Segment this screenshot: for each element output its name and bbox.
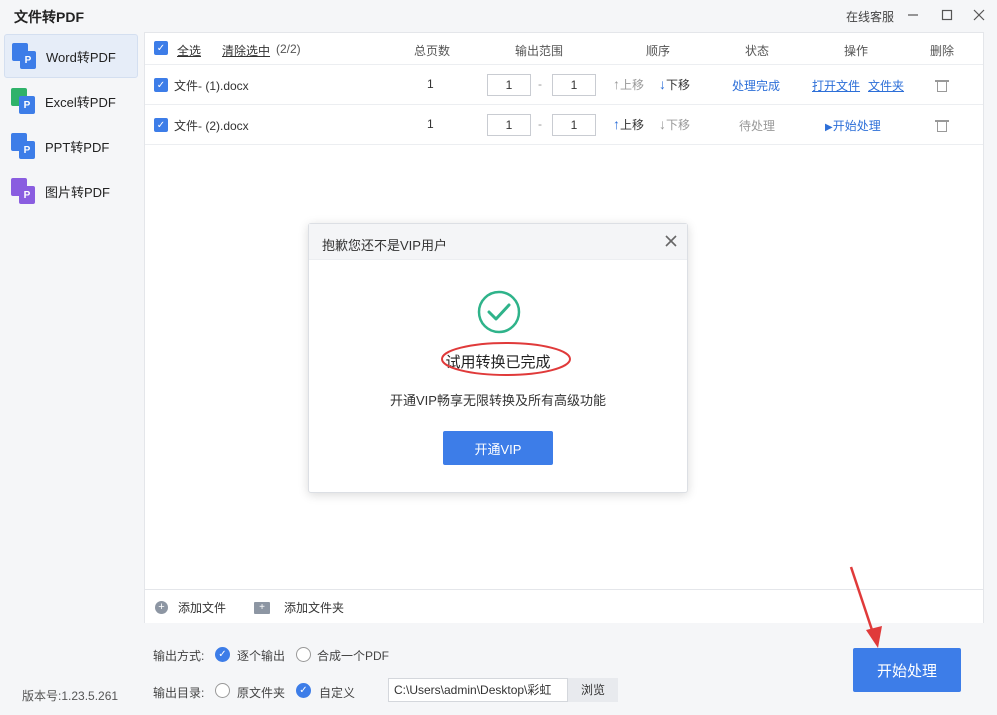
- excel-to-pdf-icon: P: [11, 88, 37, 114]
- status-label: 待处理: [739, 119, 776, 133]
- sidebar-item-label: Excel转PDF: [45, 94, 116, 110]
- dialog-subtext: 开通VIP畅享无限转换及所有高级功能: [390, 393, 606, 408]
- sidebar-item-label: Word转PDF: [46, 49, 116, 65]
- radio-custom-folder[interactable]: ✓: [296, 683, 311, 698]
- custom-folder-label[interactable]: 自定义: [319, 684, 355, 701]
- open-folder-link[interactable]: 文件夹: [868, 77, 904, 94]
- merge-pdf-label[interactable]: 合成一个PDF: [317, 647, 389, 664]
- move-up-button[interactable]: ↑上移: [613, 76, 644, 93]
- sidebar-item-label: 图片转PDF: [45, 184, 111, 200]
- table-row: ✓ 文件- (1).docx 1 1 - 1 ↑上移 ↓下移 处理完成 打开文件…: [145, 65, 983, 105]
- radio-each-output[interactable]: ✓: [215, 647, 230, 662]
- move-down-button[interactable]: ↓下移: [659, 76, 690, 93]
- file-name: 文件- (1).docx: [174, 79, 249, 93]
- trash-icon[interactable]: [935, 119, 949, 132]
- open-file-link[interactable]: 打开文件: [812, 77, 860, 94]
- col-status: 状态: [745, 44, 770, 58]
- sidebar: P Word转PDF P Excel转PDF P PPT转PDF P 图片转PD…: [0, 32, 142, 715]
- title-bar: 文件转PDF 在线客服: [0, 0, 997, 32]
- ppt-to-pdf-icon: P: [11, 133, 37, 159]
- selected-count: (2/2): [276, 42, 301, 56]
- close-icon: [973, 9, 985, 21]
- arrow-down-icon: ↓: [659, 116, 666, 132]
- image-to-pdf-icon: P: [11, 178, 37, 204]
- each-output-label[interactable]: 逐个输出: [237, 647, 285, 664]
- col-order: 顺序: [646, 44, 671, 58]
- dialog-title: 抱歉您还不是VIP用户: [322, 238, 447, 253]
- dialog-message: 试用转换已完成: [445, 354, 551, 371]
- vip-dialog: 抱歉您还不是VIP用户 试用转换已完成 开通VIP畅享无限转换及所有高级功能 开…: [308, 223, 688, 493]
- row-checkbox[interactable]: ✓: [154, 118, 168, 132]
- radio-merge-pdf[interactable]: [296, 647, 311, 662]
- arrow-down-icon: ↓: [659, 76, 666, 92]
- sidebar-item-ppt[interactable]: P PPT转PDF: [4, 124, 138, 168]
- move-down-button[interactable]: ↓下移: [659, 116, 690, 133]
- sidebar-item-word[interactable]: P Word转PDF: [4, 34, 138, 78]
- maximize-icon: [941, 9, 953, 21]
- maximize-button[interactable]: [935, 4, 959, 26]
- range-separator: -: [538, 77, 542, 91]
- table-header: ✓ 全选 清除选中 (2/2) 总页数 输出范围 顺序 状态 操作 删除: [145, 33, 983, 65]
- col-pages: 总页数: [414, 44, 451, 58]
- col-action: 操作: [844, 44, 869, 58]
- table-row: ✓ 文件- (2).docx 1 1 - 1 ↑上移 ↓下移 待处理 ▶开始处理: [145, 105, 983, 145]
- range-to-input[interactable]: 1: [552, 114, 596, 136]
- output-dir-label: 输出目录:: [153, 686, 205, 700]
- select-all-checkbox[interactable]: ✓: [154, 41, 168, 55]
- annotation-arrow-head: [866, 626, 882, 648]
- dialog-header: 抱歉您还不是VIP用户: [309, 224, 687, 260]
- file-name: 文件- (2).docx: [174, 119, 249, 133]
- arrow-up-icon: ↑: [613, 76, 620, 92]
- output-path-field[interactable]: C:\Users\admin\Desktop\彩虹: [388, 678, 568, 702]
- range-from-input[interactable]: 1: [487, 74, 531, 96]
- arrow-up-icon: ↑: [613, 116, 620, 132]
- original-folder-label[interactable]: 原文件夹: [237, 684, 285, 701]
- add-files-bar: + 添加文件 + 添加文件夹: [145, 589, 983, 623]
- output-mode-label: 输出方式:: [153, 649, 205, 663]
- sidebar-item-image[interactable]: P 图片转PDF: [4, 169, 138, 213]
- range-separator: -: [538, 117, 542, 131]
- add-folder-button[interactable]: + 添加文件夹: [254, 599, 344, 616]
- add-file-button[interactable]: + 添加文件: [155, 599, 226, 616]
- start-processing-button[interactable]: 开始处理: [853, 648, 961, 692]
- range-to-input[interactable]: 1: [552, 74, 596, 96]
- radio-original-folder[interactable]: [215, 683, 230, 698]
- page-count: 1: [427, 117, 434, 131]
- open-vip-button[interactable]: 开通VIP: [443, 431, 553, 465]
- dialog-close-icon[interactable]: [663, 233, 679, 249]
- page-count: 1: [427, 77, 434, 91]
- status-label: 处理完成: [732, 79, 781, 93]
- minimize-icon: [908, 14, 918, 16]
- clear-selection-link[interactable]: 清除选中: [222, 42, 270, 59]
- close-window-button[interactable]: [967, 4, 991, 26]
- minimize-button[interactable]: [901, 4, 925, 26]
- browse-button[interactable]: 浏览: [568, 678, 618, 702]
- app-title: 文件转PDF: [14, 9, 84, 25]
- online-service-link[interactable]: 在线客服: [846, 8, 894, 25]
- success-check-icon: [477, 290, 521, 334]
- col-range: 输出范围: [515, 44, 564, 58]
- move-up-button[interactable]: ↑上移: [613, 116, 644, 133]
- row-checkbox[interactable]: ✓: [154, 78, 168, 92]
- range-from-input[interactable]: 1: [487, 114, 531, 136]
- start-row-button[interactable]: ▶开始处理: [825, 117, 881, 134]
- select-all-link[interactable]: 全选: [177, 42, 201, 59]
- sidebar-item-excel[interactable]: P Excel转PDF: [4, 79, 138, 123]
- sidebar-item-label: PPT转PDF: [45, 139, 110, 155]
- folder-add-icon: +: [254, 601, 270, 614]
- add-circle-icon: +: [155, 601, 168, 614]
- version-label: 版本号:1.23.5.261: [22, 689, 119, 703]
- trash-icon[interactable]: [935, 79, 949, 92]
- col-delete: 删除: [930, 44, 955, 58]
- word-to-pdf-icon: P: [12, 43, 38, 69]
- play-icon: ▶: [825, 122, 833, 133]
